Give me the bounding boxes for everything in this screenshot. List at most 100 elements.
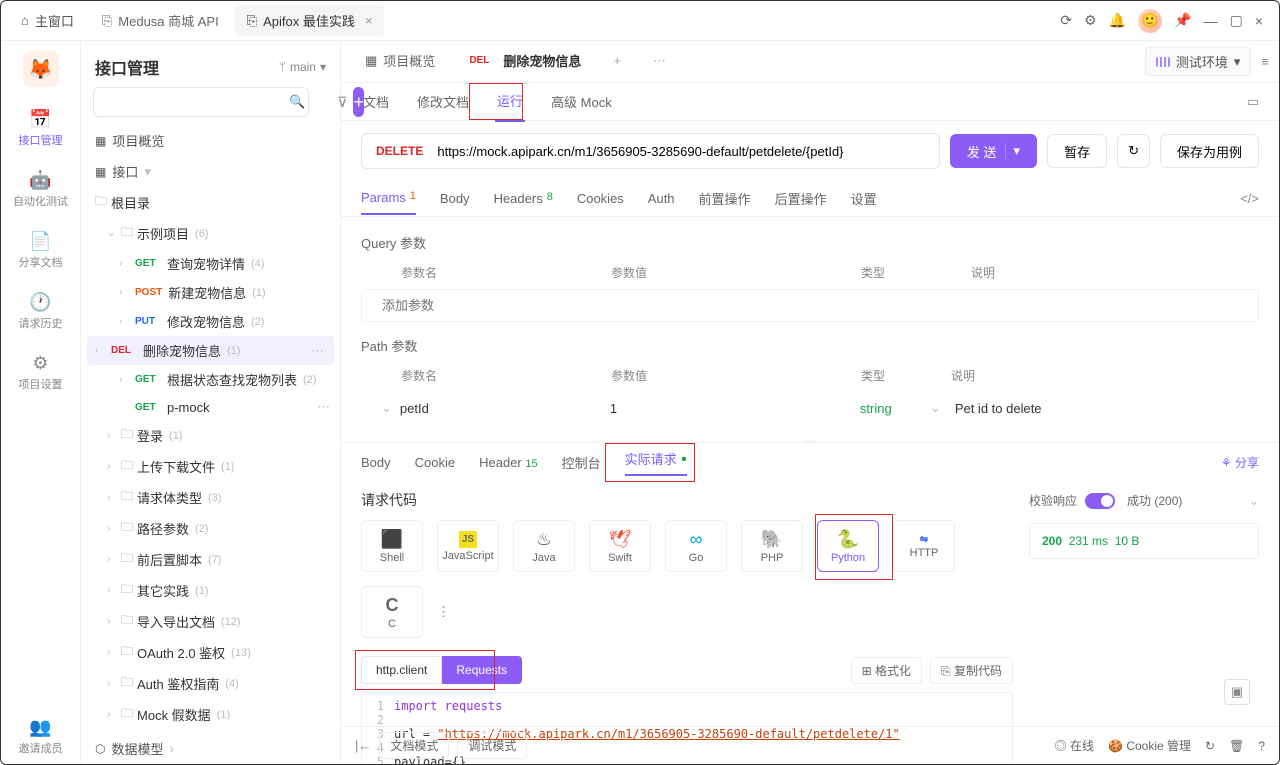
folder-mock[interactable]: ›🗀Mock 假数据(1)	[81, 699, 340, 730]
search-input[interactable]	[93, 87, 309, 117]
layout-icon[interactable]: ▭	[1247, 94, 1259, 110]
rail-invite[interactable]: 👥邀请成员	[1, 709, 80, 764]
close-window-icon[interactable]: ×	[1255, 13, 1263, 29]
ptab-post[interactable]: 后置操作	[775, 181, 827, 216]
folder-oauth[interactable]: ›🗀OAuth 2.0 鉴权(13)	[81, 637, 340, 668]
lib-requests[interactable]: Requests	[442, 656, 522, 684]
maximize-icon[interactable]: ▢	[1230, 12, 1243, 29]
api-item[interactable]: ›POST新建宠物信息(1)	[81, 278, 340, 307]
param-type[interactable]: string	[860, 401, 930, 416]
code-icon[interactable]: </>	[1240, 191, 1259, 206]
rtab-actual[interactable]: 实际请求 •	[625, 449, 687, 476]
rtab-console[interactable]: 控制台	[562, 453, 601, 472]
folder-import[interactable]: ›🗀导入导出文档(12)	[81, 606, 340, 637]
lang-swift[interactable]: 🕊Swift	[589, 520, 651, 572]
minimize-icon[interactable]: —	[1204, 13, 1218, 29]
sidebar-overview[interactable]: ▦项目概览	[81, 125, 340, 156]
validate-toggle[interactable]	[1085, 493, 1115, 509]
method-label[interactable]: DELETE	[362, 144, 437, 158]
help-icon[interactable]: ?	[1258, 739, 1265, 753]
folder-scripts[interactable]: ›🗀前后置脚本(7)	[81, 544, 340, 575]
avatar[interactable]: 🙂	[1138, 9, 1162, 33]
lang-http[interactable]: ⇋HTTP	[893, 520, 955, 572]
api-item[interactable]: ›GETp-mock⋯	[81, 394, 340, 420]
ptab-settings[interactable]: 设置	[851, 181, 877, 216]
refresh-icon[interactable]: ⟳	[1060, 12, 1072, 29]
folder-body[interactable]: ›🗀请求体类型(3)	[81, 482, 340, 513]
cookie-manage[interactable]: 🍪 Cookie 管理	[1108, 737, 1191, 754]
more-icon[interactable]: ⋯	[311, 343, 324, 359]
tab-home[interactable]: ⌂主窗口	[9, 5, 86, 36]
format-button[interactable]: ⊞ 格式化	[851, 657, 922, 684]
folder-sample[interactable]: ⌄🗀示例项目(6)	[81, 218, 340, 249]
lang-js[interactable]: JSJavaScript	[437, 520, 499, 572]
doc-mode-button[interactable]: 文档模式	[379, 732, 449, 759]
branch-selector[interactable]: ᛘmain▾	[279, 60, 326, 74]
folder-upload[interactable]: ›🗀上传下载文件(1)	[81, 451, 340, 482]
ptab-pre[interactable]: 前置操作	[699, 181, 751, 216]
rail-settings[interactable]: ⚙项目设置	[1, 345, 80, 400]
subtab-edit[interactable]: 修改文档	[415, 82, 471, 121]
chevron-down-icon[interactable]: ⌄	[930, 400, 941, 416]
stash-button[interactable]: 暂存	[1047, 134, 1107, 168]
rtab-cookie[interactable]: Cookie	[415, 455, 455, 470]
api-item[interactable]: ›GET根据状态查找宠物列表(2)	[81, 365, 340, 394]
more-icon[interactable]: ⋮	[437, 604, 450, 620]
ptab-headers[interactable]: Headers8	[494, 183, 553, 214]
tab-medusa[interactable]: ⎘Medusa 商城 API	[90, 5, 231, 36]
rail-share[interactable]: 📄分享文档	[1, 223, 80, 278]
rail-api[interactable]: 📅接口管理	[1, 101, 80, 156]
lang-python[interactable]: 🐍Python	[817, 520, 879, 572]
api-item-selected[interactable]: ›DEL删除宠物信息(1)⋯	[87, 336, 334, 365]
param-value-input[interactable]	[610, 401, 860, 416]
ptab-auth[interactable]: Auth	[648, 183, 675, 214]
chevron-down-icon[interactable]: ⌄	[381, 400, 392, 416]
expand-icon[interactable]: ▣	[1224, 679, 1250, 705]
lang-shell[interactable]: ⬛Shell	[361, 520, 423, 572]
api-item[interactable]: ›GET查询宠物详情(4)	[81, 249, 340, 278]
lang-go[interactable]: ∞Go	[665, 520, 727, 572]
more-icon[interactable]: ⋯	[317, 399, 330, 415]
folder-root[interactable]: 🗀根目录	[81, 187, 340, 218]
tab-overview[interactable]: ▦项目概览	[351, 41, 449, 82]
folder-login[interactable]: ›🗀登录(1)	[81, 420, 340, 451]
ptab-body[interactable]: Body	[440, 183, 470, 214]
send-button[interactable]: 发 送▾	[950, 134, 1037, 168]
pin-icon[interactable]: 📌	[1174, 12, 1191, 29]
rtab-header[interactable]: Header 15	[479, 455, 538, 470]
sidebar-datamodel[interactable]: ⬡数据模型›	[81, 733, 340, 764]
rail-autotest[interactable]: 🤖自动化测试	[1, 162, 80, 217]
lang-c[interactable]: CC	[361, 586, 423, 638]
collapse-icon[interactable]: |←	[355, 738, 371, 753]
settings-icon[interactable]: ⚙	[1084, 12, 1097, 29]
bell-icon[interactable]: 🔔	[1109, 12, 1126, 29]
ptab-cookies[interactable]: Cookies	[577, 183, 624, 214]
lib-httpclient[interactable]: http.client	[361, 656, 442, 684]
query-add-row[interactable]	[361, 289, 1259, 322]
param-name-input[interactable]	[382, 298, 612, 313]
rtab-body[interactable]: Body	[361, 455, 391, 470]
chevron-down-icon[interactable]: ⌄	[1249, 494, 1259, 508]
subtab-doc[interactable]: 文档	[361, 82, 391, 121]
folder-other[interactable]: ›🗀其它实践(1)	[81, 575, 340, 606]
recycle-icon[interactable]: ↻	[1205, 739, 1215, 753]
copy-button[interactable]: ⎘ 复制代码	[930, 657, 1013, 684]
api-item[interactable]: ›PUT修改宠物信息(2)	[81, 307, 340, 336]
close-icon[interactable]: ×	[365, 13, 373, 28]
tab-apifox[interactable]: ⎘Apifox 最佳实践×	[235, 5, 385, 36]
tab-more[interactable]: ⋯	[639, 43, 680, 81]
rail-history[interactable]: 🕐请求历史	[1, 284, 80, 339]
ptab-params[interactable]: Params1	[361, 182, 416, 215]
trash-icon[interactable]: 🗑	[1229, 739, 1244, 753]
folder-auth[interactable]: ›🗀Auth 鉴权指南(4)	[81, 668, 340, 699]
subtab-run[interactable]: 运行	[495, 81, 525, 122]
share-link[interactable]: ⚘ 分享	[1221, 454, 1259, 471]
save-case-button[interactable]: 保存为用例	[1160, 134, 1259, 168]
folder-path[interactable]: ›🗀路径参数(2)	[81, 513, 340, 544]
tab-add[interactable]: +	[599, 43, 635, 80]
reset-button[interactable]: ↻	[1117, 134, 1150, 168]
subtab-mock[interactable]: 高级 Mock	[549, 82, 614, 121]
env-selector[interactable]: 测试环境▾	[1145, 47, 1252, 76]
tab-current[interactable]: DEL删除宠物信息	[453, 41, 595, 82]
sidebar-api-root[interactable]: ▦接口▾	[81, 156, 340, 187]
